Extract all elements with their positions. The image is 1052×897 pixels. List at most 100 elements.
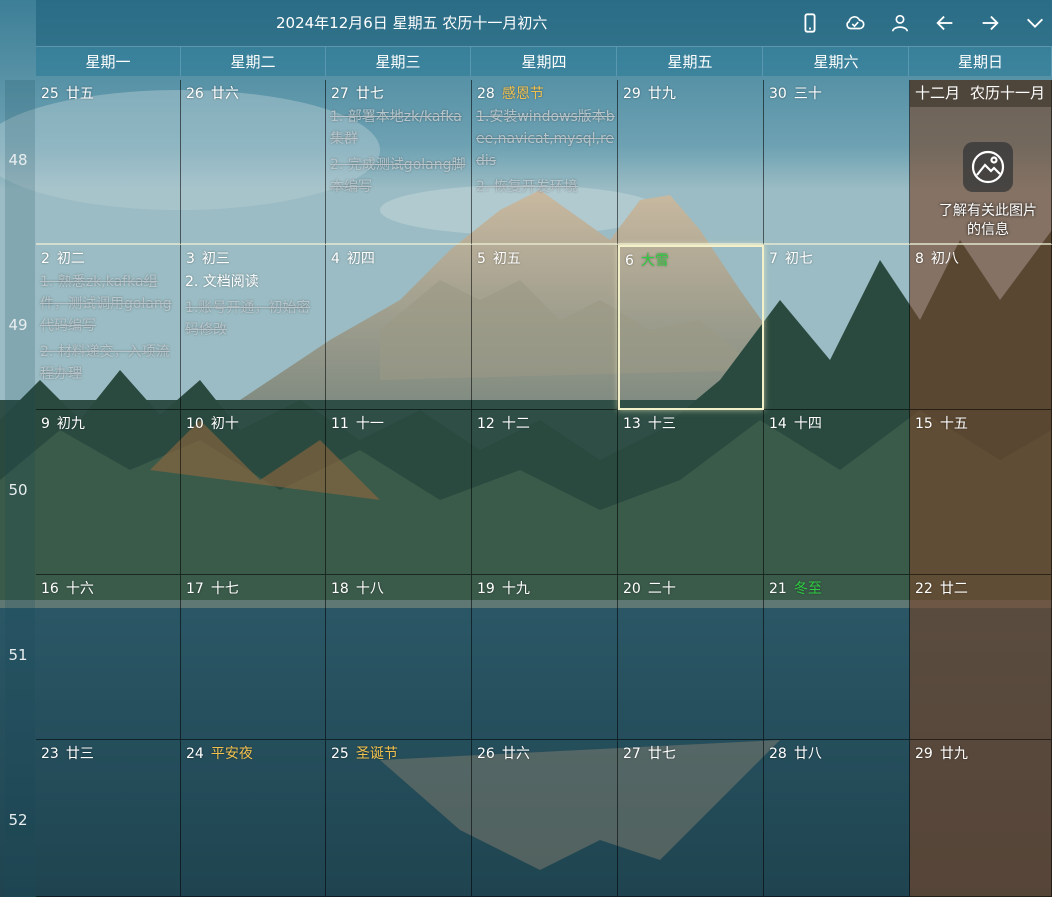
- day-label: 21 冬至: [769, 578, 822, 598]
- day-number: 25: [331, 746, 349, 762]
- event-item-done[interactable]: 1. 部署本地zk/kafka集群: [330, 106, 469, 150]
- day-label: 10 初十: [186, 413, 239, 433]
- day-cell[interactable]: 16 十六: [36, 575, 181, 740]
- lunar-date: 十六: [65, 581, 94, 597]
- day-cell[interactable]: 28 廿八: [764, 740, 910, 897]
- day-number: 26: [477, 746, 495, 762]
- day-cell[interactable]: 17 十七: [181, 575, 326, 740]
- week-number: 48: [8, 151, 28, 169]
- weekday-mon: 星期一: [36, 47, 181, 76]
- day-cell[interactable]: 11 十一: [326, 410, 472, 575]
- day-cell[interactable]: 5 初五: [472, 245, 618, 410]
- day-number: 13: [623, 416, 641, 432]
- week-number: 52: [8, 811, 28, 829]
- day-cell[interactable]: 25 廿五: [36, 80, 181, 245]
- day-number: 14: [769, 416, 787, 432]
- day-cell[interactable]: 21 冬至: [764, 575, 910, 740]
- day-number: 7: [769, 251, 778, 267]
- day-cell[interactable]: 12 十二: [472, 410, 618, 575]
- lunar-date: 廿八: [793, 746, 822, 762]
- weekday-thu: 星期四: [472, 47, 617, 76]
- day-cell[interactable]: 4 初四: [326, 245, 472, 410]
- event-item-done[interactable]: 1.账号开通，初始密码修改: [185, 297, 323, 341]
- day-cell[interactable]: 7 初七: [764, 245, 910, 410]
- day-cell[interactable]: 13 十三: [618, 410, 764, 575]
- day-label: 3 初三: [186, 248, 230, 268]
- week-number: 50: [8, 481, 28, 499]
- weekday-wed: 星期三: [326, 47, 471, 76]
- event-item[interactable]: 2. 文档阅读: [185, 271, 323, 293]
- weekday-sun: 星期日: [910, 47, 1052, 76]
- day-number: 29: [915, 746, 933, 762]
- day-number: 28: [477, 86, 495, 102]
- user-icon[interactable]: [886, 9, 914, 37]
- day-cell[interactable]: 8 初八: [910, 245, 1052, 410]
- day-cell[interactable]: 10 初十: [181, 410, 326, 575]
- day-label: 26 廿六: [477, 743, 530, 763]
- day-cell[interactable]: 20 二十: [618, 575, 764, 740]
- event-list: 1. 部署本地zk/kafka集群 2. 完成测试golang脚本编写: [330, 106, 469, 202]
- camera-icon[interactable]: [963, 142, 1013, 192]
- day-cell[interactable]: 19 十九: [472, 575, 618, 740]
- day-cell[interactable]: 25 圣诞节: [326, 740, 472, 897]
- arrow-right-icon[interactable]: [976, 9, 1004, 37]
- image-info-widget[interactable]: 了解有关此图片的信息: [938, 142, 1038, 240]
- lunar-date: 廿五: [65, 86, 94, 102]
- month-label: 十二月: [915, 84, 961, 102]
- day-label: 2 初二: [41, 248, 85, 268]
- week-number: 51: [8, 646, 28, 664]
- lunar-date: 初十: [210, 416, 239, 432]
- day-cell[interactable]: 14 十四: [764, 410, 910, 575]
- day-label: 30 三十: [769, 83, 822, 103]
- weekday-fri: 星期五: [618, 47, 763, 76]
- arrow-left-icon[interactable]: [931, 9, 959, 37]
- day-cell[interactable]: 26 廿六: [181, 80, 326, 245]
- day-number: 15: [915, 416, 933, 432]
- day-cell[interactable]: 28 感恩节 1.安装windows版本bee,navicat,mysql,redi…: [472, 80, 618, 245]
- day-number: 11: [331, 416, 349, 432]
- event-item-done[interactable]: 1.安装windows版本bee,navicat,mysql,redis: [476, 106, 615, 172]
- day-cell[interactable]: 9 初九: [36, 410, 181, 575]
- day-cell[interactable]: 23 廿三: [36, 740, 181, 897]
- lunar-date: 十五: [939, 416, 968, 432]
- day-label: 4 初四: [331, 248, 375, 268]
- chevron-down-icon[interactable]: [1021, 9, 1049, 37]
- day-label: 24 平安夜: [186, 743, 253, 763]
- day-label: 16 十六: [41, 578, 94, 598]
- day-label: 8 初八: [915, 248, 959, 268]
- event-item-done[interactable]: 2. 材料递交，入项流程办理: [40, 341, 178, 385]
- day-cell[interactable]: 24 平安夜: [181, 740, 326, 897]
- day-cell[interactable]: 2 初二 1. 熟悉zk,kafka组件，测试调用golang代码编写 2. 材料递交…: [36, 245, 181, 410]
- event-item-done[interactable]: 1. 熟悉zk,kafka组件，测试调用golang代码编写: [40, 271, 178, 337]
- day-cell[interactable]: 22 廿二: [910, 575, 1052, 740]
- day-number: 28: [769, 746, 787, 762]
- day-label: 25 圣诞节: [331, 743, 398, 763]
- calendar-grid: 25 廿五 26 廿六 27 廿七 1. 部署本地zk/kafka集群 2. 完成测试gola…: [36, 80, 1052, 897]
- day-cell[interactable]: 18 十八: [326, 575, 472, 740]
- event-item-done[interactable]: 2. 完成测试golang脚本编写: [330, 154, 469, 198]
- day-number: 2: [41, 251, 50, 267]
- day-label: 29 廿九: [915, 743, 968, 763]
- solar-term-label: 大雪: [640, 253, 669, 269]
- cloud-check-icon[interactable]: [841, 9, 869, 37]
- lunar-date: 廿九: [647, 86, 676, 102]
- day-cell[interactable]: 26 廿六: [472, 740, 618, 897]
- day-number: 22: [915, 581, 933, 597]
- holiday-label: 感恩节: [501, 86, 544, 102]
- day-cell[interactable]: 3 初三 2. 文档阅读 1.账号开通，初始密码修改: [181, 245, 326, 410]
- day-cell[interactable]: 29 廿九: [618, 80, 764, 245]
- day-cell[interactable]: 30 三十: [764, 80, 910, 245]
- day-cell[interactable]: 15 十五: [910, 410, 1052, 575]
- day-cell[interactable]: 27 廿七 1. 部署本地zk/kafka集群 2. 完成测试golang脚本编写: [326, 80, 472, 245]
- phone-icon[interactable]: [796, 9, 824, 37]
- day-label: 22 廿二: [915, 578, 968, 598]
- day-cell-today[interactable]: 6 大雪: [618, 245, 764, 410]
- day-number: 21: [769, 581, 787, 597]
- day-cell[interactable]: 29 廿九: [910, 740, 1052, 897]
- day-number: 30: [769, 86, 787, 102]
- event-item-done[interactable]: 2. 恢复开发环境: [476, 176, 615, 198]
- day-label: 18 十八: [331, 578, 384, 598]
- day-label: 28 廿八: [769, 743, 822, 763]
- lunar-date: 初九: [56, 416, 85, 432]
- day-cell[interactable]: 27 廿七: [618, 740, 764, 897]
